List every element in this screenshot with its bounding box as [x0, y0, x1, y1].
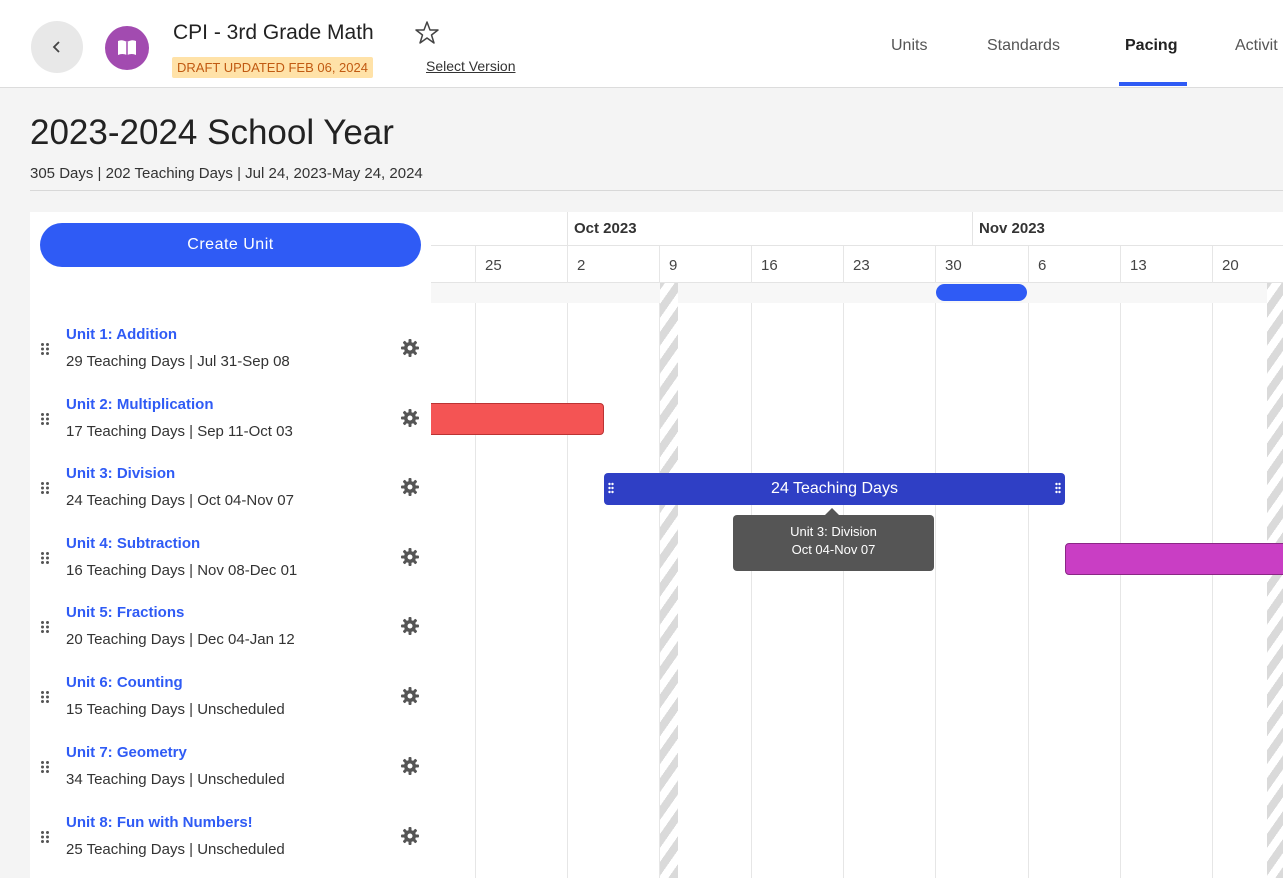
unit-meta: 20 Teaching Days | Dec 04-Jan 12 — [66, 631, 295, 648]
week-label: 2 — [577, 257, 586, 274]
gear-icon[interactable] — [400, 686, 420, 706]
drag-handle-icon[interactable] — [40, 620, 50, 634]
gear-icon[interactable] — [400, 338, 420, 358]
week-label: 30 — [945, 257, 962, 274]
unit-list-item[interactable]: Unit 3: Division 24 Teaching Days | Oct … — [30, 465, 431, 525]
unit-meta: 25 Teaching Days | Unscheduled — [66, 841, 285, 858]
unit-meta: 24 Teaching Days | Oct 04-Nov 07 — [66, 492, 294, 509]
unit-name-link[interactable]: Unit 2: Multiplication — [66, 396, 214, 413]
resize-handle-right-icon[interactable] — [1055, 482, 1061, 494]
drag-handle-icon[interactable] — [40, 342, 50, 356]
unit-name-link[interactable]: Unit 1: Addition — [66, 326, 177, 343]
unit-meta: 16 Teaching Days | Nov 08-Dec 01 — [66, 562, 298, 579]
week-gridline — [1028, 246, 1029, 878]
draft-status-badge: DRAFT UPDATED FEB 06, 2024 — [172, 57, 373, 78]
gear-icon[interactable] — [400, 477, 420, 497]
divider — [30, 190, 1283, 191]
drag-handle-icon[interactable] — [40, 690, 50, 704]
gear-icon[interactable] — [400, 408, 420, 428]
drag-handle-icon[interactable] — [40, 830, 50, 844]
drag-handle-icon[interactable] — [40, 481, 50, 495]
unit-list-item[interactable]: Unit 4: Subtraction 16 Teaching Days | N… — [30, 535, 431, 595]
today-marker[interactable] — [936, 284, 1027, 301]
unit-name-link[interactable]: Unit 8: Fun with Numbers! — [66, 814, 253, 831]
unit-name-link[interactable]: Unit 6: Counting — [66, 674, 183, 691]
unit-name-link[interactable]: Unit 5: Fractions — [66, 604, 184, 621]
unit-2-schedule-bar[interactable] — [431, 403, 604, 435]
tab-standards[interactable]: Standards — [987, 37, 1060, 55]
unit-list-item[interactable]: Unit 2: Multiplication 17 Teaching Days … — [30, 396, 431, 456]
gear-icon[interactable] — [400, 826, 420, 846]
course-title: CPI - 3rd Grade Math — [173, 21, 374, 44]
unit-3-schedule-bar[interactable]: 24 Teaching Days — [604, 473, 1065, 505]
drag-handle-icon[interactable] — [40, 412, 50, 426]
tab-units[interactable]: Units — [891, 37, 927, 55]
gear-icon[interactable] — [400, 547, 420, 567]
unit-meta: 34 Teaching Days | Unscheduled — [66, 771, 285, 788]
week-gridline — [935, 246, 936, 878]
unit-name-link[interactable]: Unit 7: Geometry — [66, 744, 187, 761]
unit-list-item[interactable]: Unit 7: Geometry 34 Teaching Days | Unsc… — [30, 744, 431, 804]
gear-icon[interactable] — [400, 756, 420, 776]
back-button[interactable] — [31, 21, 83, 73]
week-gridline — [567, 246, 568, 878]
month-header-row: Oct 2023 Nov 2023 — [431, 212, 1283, 246]
favorite-star-icon[interactable] — [414, 20, 440, 46]
unit-name-link[interactable]: Unit 3: Division — [66, 465, 175, 482]
week-label: 23 — [853, 257, 870, 274]
chevron-left-icon — [52, 41, 60, 53]
unit-meta: 15 Teaching Days | Unscheduled — [66, 701, 285, 718]
book-icon — [118, 40, 136, 55]
month-label: Nov 2023 — [979, 220, 1045, 237]
week-label: 6 — [1038, 257, 1047, 274]
drag-handle-icon[interactable] — [40, 551, 50, 565]
tab-activities[interactable]: Activit — [1235, 37, 1278, 55]
tooltip-dates: Oct 04-Nov 07 — [791, 542, 876, 557]
bar-tooltip: Unit 3: Division Oct 04-Nov 07 — [733, 515, 934, 571]
month-divider — [972, 212, 973, 246]
unit-meta: 29 Teaching Days | Jul 31-Sep 08 — [66, 353, 290, 370]
active-tab-indicator — [1119, 82, 1187, 86]
drag-handle-icon[interactable] — [40, 760, 50, 774]
month-divider — [567, 212, 568, 246]
today-marker-row — [431, 283, 1283, 303]
week-label: 16 — [761, 257, 778, 274]
create-unit-button[interactable]: Create Unit — [40, 223, 421, 267]
month-label: Oct 2023 — [574, 220, 637, 237]
week-label: 13 — [1130, 257, 1147, 274]
week-gridline — [475, 246, 476, 878]
week-label: 20 — [1222, 257, 1239, 274]
week-header-row: 25 2 9 16 23 30 6 13 20 — [431, 246, 1283, 283]
unit-name-link[interactable]: Unit 4: Subtraction — [66, 535, 200, 552]
unit-4-schedule-bar[interactable] — [1065, 543, 1283, 575]
page-title: 2023-2024 School Year — [30, 113, 394, 152]
unit-list-item[interactable]: Unit 1: Addition 29 Teaching Days | Jul … — [30, 326, 431, 386]
unit-list-item[interactable]: Unit 6: Counting 15 Teaching Days | Unsc… — [30, 674, 431, 734]
tab-pacing[interactable]: Pacing — [1125, 37, 1177, 55]
unit-list-item[interactable]: Unit 5: Fractions 20 Teaching Days | Dec… — [30, 604, 431, 664]
pacing-timeline[interactable]: Oct 2023 Nov 2023 25 2 9 16 23 30 6 13 2… — [431, 212, 1283, 878]
select-version-link[interactable]: Select Version — [426, 58, 516, 74]
school-year-summary: 305 Days | 202 Teaching Days | Jul 24, 2… — [30, 165, 423, 182]
unit-meta: 17 Teaching Days | Sep 11-Oct 03 — [66, 423, 293, 440]
unit-list-item[interactable]: Unit 8: Fun with Numbers! 25 Teaching Da… — [30, 814, 431, 874]
week-label: 9 — [669, 257, 678, 274]
week-label: 25 — [485, 257, 502, 274]
course-icon — [105, 26, 149, 70]
non-teaching-week — [1267, 283, 1283, 878]
bar-label: 24 Teaching Days — [771, 480, 898, 497]
gear-icon[interactable] — [400, 616, 420, 636]
top-bar: CPI - 3rd Grade Math DRAFT UPDATED FEB 0… — [0, 0, 1283, 88]
non-teaching-week — [660, 283, 678, 878]
tooltip-title: Unit 3: Division — [790, 524, 877, 539]
